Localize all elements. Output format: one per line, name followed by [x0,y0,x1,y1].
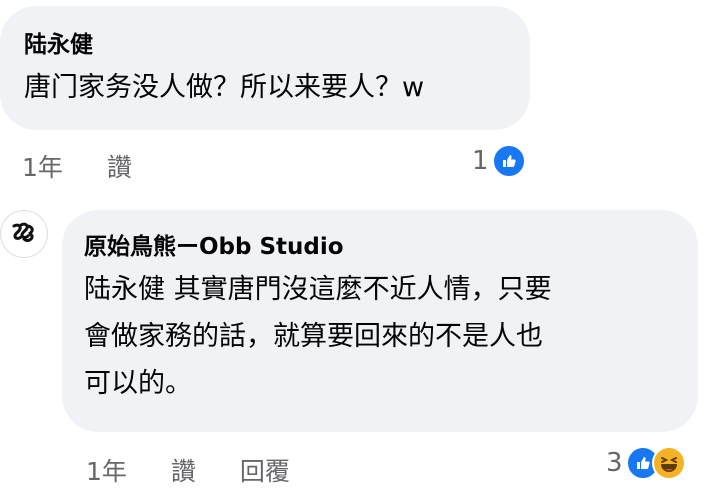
reply-button[interactable]: 回覆 [240,452,290,488]
like-icon [491,144,526,178]
comment-actions: 1年 讚 [22,148,132,184]
comment-text: 唐门家务没人做？所以来要人？w [24,66,530,110]
haha-icon [651,446,686,480]
like-button[interactable]: 讚 [107,148,132,184]
reaction-summary[interactable]: 1 [472,144,526,178]
comment-timestamp[interactable]: 1年 [22,148,63,184]
reaction-count: 1 [472,146,489,176]
comment-text-line: 可以的。 [84,368,192,399]
like-button[interactable]: 讚 [171,452,196,488]
comment-text-line: 陆永健 其實唐門沒這麼不近人情，只要 [84,274,552,305]
avatar[interactable] [0,210,48,258]
comment-actions: 1年 讚 回覆 [86,452,290,488]
comment-text-line: 會做家務的話，就算要回來的不是人也 [84,321,543,352]
reply-bubble: 原始鳥熊ーObb Studio 陆永健 其實唐門沒這麼不近人情，只要 會做家務的… [62,210,698,432]
comment-timestamp[interactable]: 1年 [86,452,127,488]
reaction-summary[interactable]: 3 [606,446,686,480]
comment-author[interactable]: 原始鳥熊ーObb Studio [84,230,698,264]
comment-text: 陆永健 其實唐門沒這麼不近人情，只要 會做家務的話，就算要回來的不是人也 可以的… [84,266,698,407]
comment-author[interactable]: 陆永健 [24,28,530,62]
reaction-count: 3 [606,448,623,478]
comment-bubble: 陆永健 唐门家务没人做？所以来要人？w [0,6,530,130]
comment-text-line: 唐门家务没人做？所以来要人？w [24,72,425,103]
